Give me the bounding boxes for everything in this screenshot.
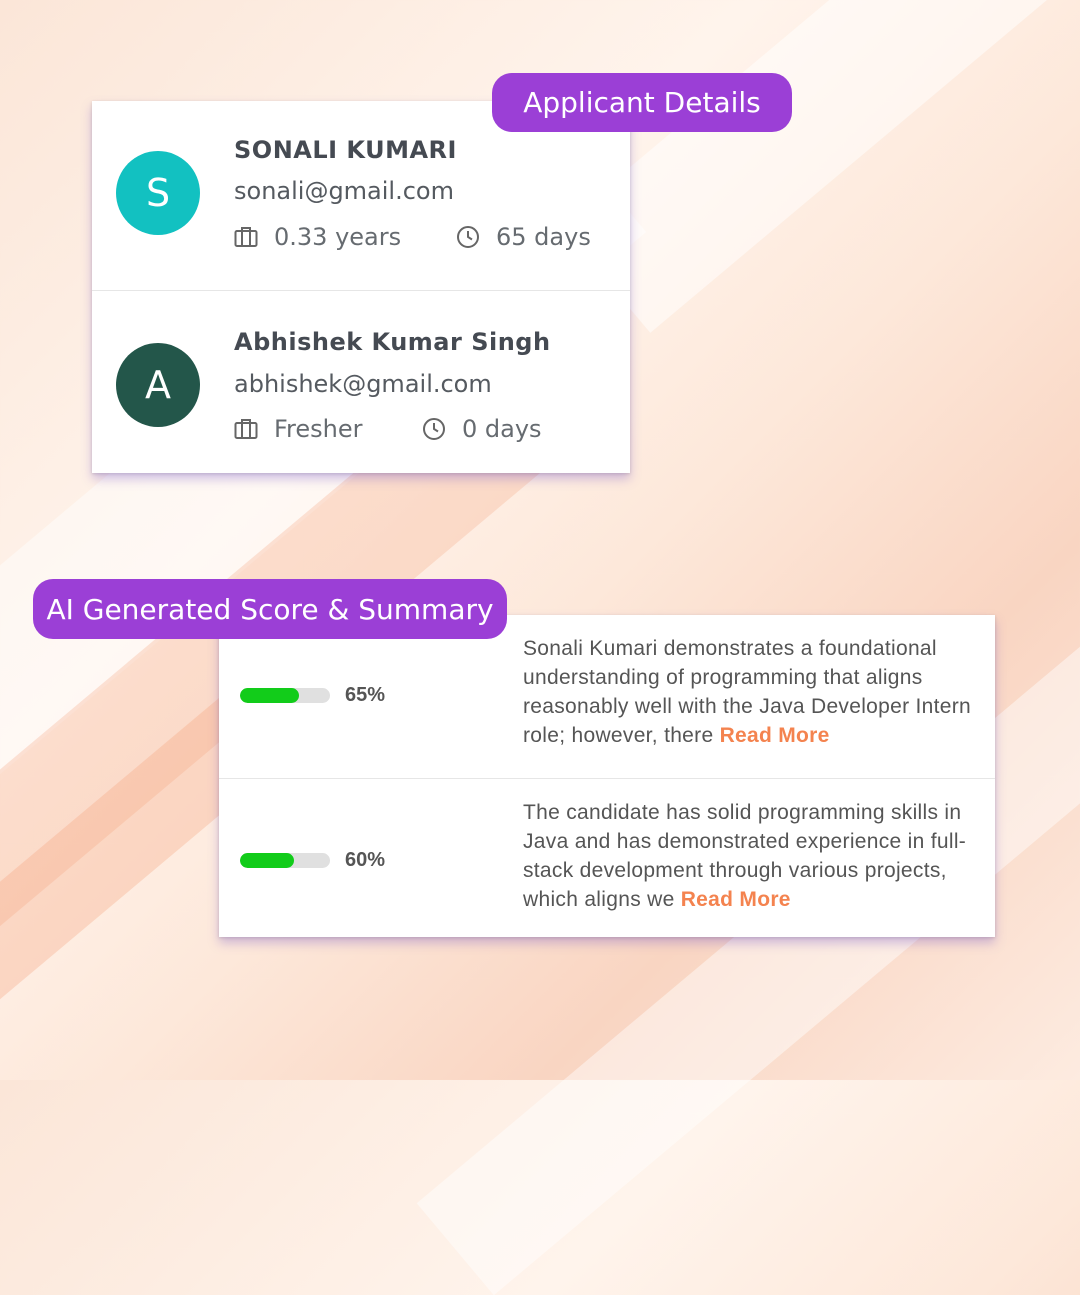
score-progress-bar [240,688,330,703]
ai-score-card: 65% Sonali Kumari demonstrates a foundat… [219,615,995,937]
days-value: 65 days [496,223,591,251]
score-percent: 60% [345,849,386,871]
days-meta: 65 days [456,223,591,251]
score-row: 65% Sonali Kumari demonstrates a foundat… [219,615,995,779]
score-progress-fill [240,688,299,703]
briefcase-icon [234,419,258,439]
avatar-initial: S [145,171,171,215]
clock-icon [423,418,445,440]
applicant-details-card: S SONALI KUMARI sonali@gmail.com 0.33 ye… [92,101,630,473]
summary-text: The candidate has solid programming skil… [523,798,985,914]
applicant-name: SONALI KUMARI [234,136,457,164]
applicant-details-label: Applicant Details [492,73,792,132]
days-meta: 0 days [422,415,542,443]
avatar-initial: A [145,363,171,407]
read-more-link[interactable]: Read More [720,724,830,747]
score-row: 60% The candidate has solid programming … [219,779,995,937]
score-percent: 65% [345,684,386,706]
applicant-email: abhishek@gmail.com [234,370,492,398]
clock-icon [457,226,479,248]
ai-summary-label: AI Generated Score & Summary [33,579,507,639]
applicant-row[interactable]: A Abhishek Kumar Singh abhishek@gmail.co… [92,291,630,473]
score-progress-bar [240,853,330,868]
experience-meta: 0.33 years [234,223,401,251]
days-value: 0 days [462,415,542,443]
applicant-email: sonali@gmail.com [234,177,454,205]
avatar: A [116,343,200,427]
experience-value: 0.33 years [274,223,402,251]
experience-meta: Fresher [234,415,363,443]
briefcase-icon [234,227,258,247]
summary-text: Sonali Kumari demonstrates a foundationa… [523,634,985,750]
experience-value: Fresher [274,415,363,443]
read-more-link[interactable]: Read More [681,888,791,911]
applicant-name: Abhishek Kumar Singh [234,328,551,356]
score-progress-fill [240,853,294,868]
avatar: S [116,151,200,235]
